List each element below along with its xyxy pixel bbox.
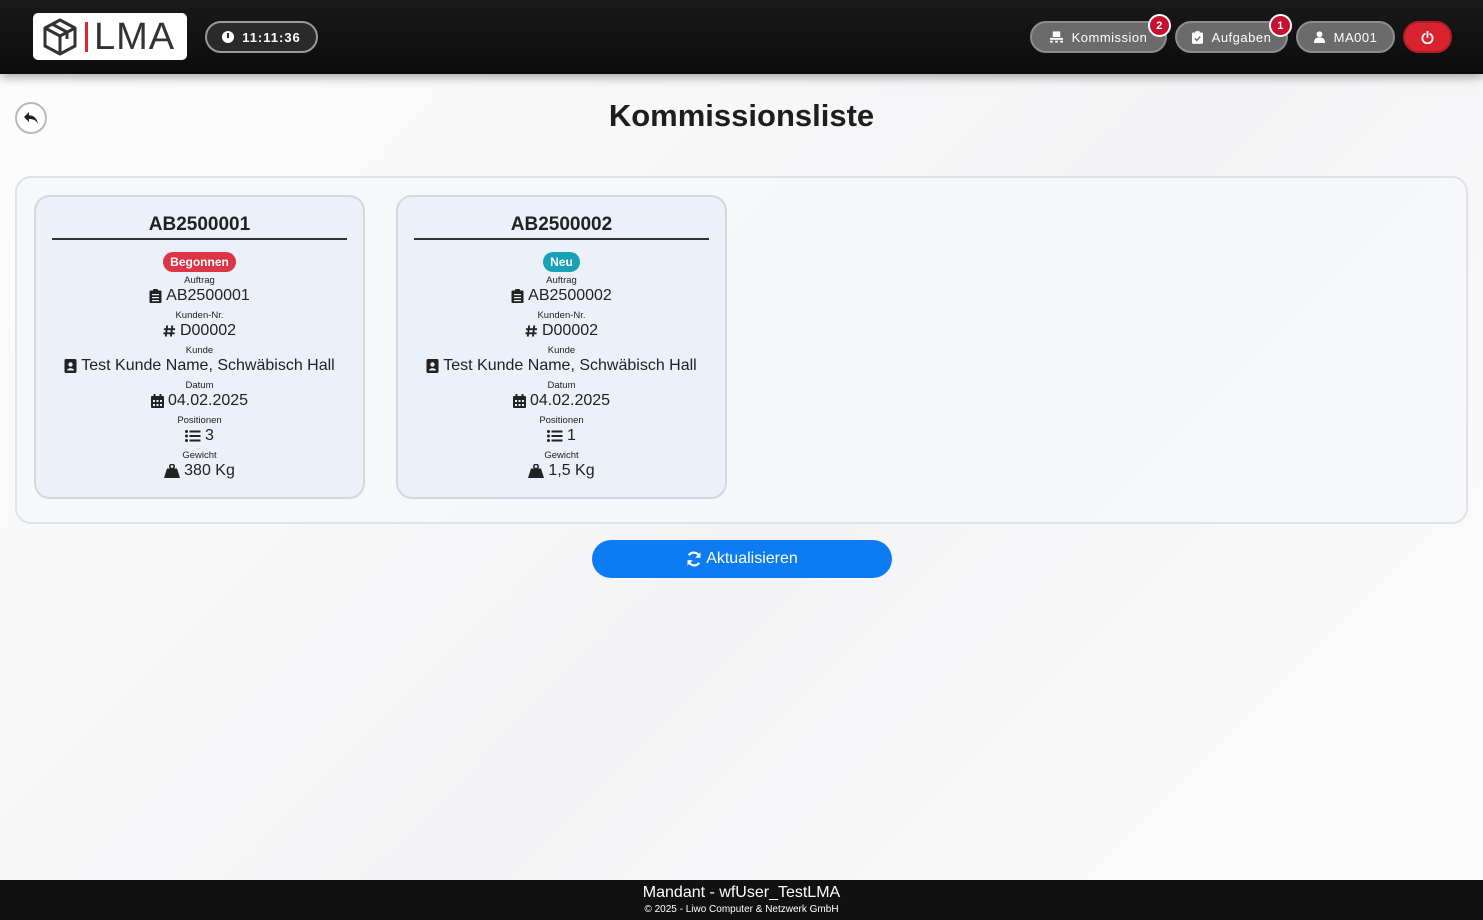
clock-icon [222, 31, 235, 43]
field-auftrag: Auftrag AB2500002 [398, 276, 725, 307]
footer-mandant: Mandant - wfUser_TestLMA [642, 884, 841, 901]
field-auftrag: Auftrag AB2500001 [36, 276, 363, 307]
pallet-icon [1049, 31, 1063, 43]
field-positionen: Positionen 1 [398, 416, 725, 447]
field-value: Test Kunde Name, Schwäbisch Hall [81, 357, 335, 374]
field-value: AB2500001 [166, 287, 250, 304]
field-label: Kunde [547, 345, 576, 356]
field-value: D00002 [541, 322, 599, 339]
user-label: MA001 [1333, 29, 1378, 45]
field-label: Auftrag [546, 275, 577, 286]
weight-icon [164, 464, 181, 478]
clipboard-list-icon [511, 289, 524, 303]
field-label: Datum [547, 380, 576, 391]
footer-copyright: © 2025 - Liwo Computer & Netzwerk GmbH [644, 904, 839, 915]
calendar-icon [512, 394, 526, 408]
user-icon [1313, 31, 1325, 43]
id-badge-icon [426, 359, 439, 373]
field-value: AB2500002 [528, 287, 612, 304]
field-value: Test Kunde Name, Schwäbisch Hall [443, 357, 697, 374]
clock-time: 11:11:36 [242, 29, 301, 45]
box-icon [43, 18, 77, 55]
field-value: 3 [205, 427, 214, 444]
aufgaben-count-badge: 1 [1269, 14, 1292, 37]
field-value: 380 Kg [184, 462, 235, 479]
field-label: Auftrag [184, 275, 215, 286]
clipboard-check-icon [1191, 30, 1203, 44]
top-bar: LMA 11:11:36 Kommission 2 Aufgaben 1 MA0… [0, 0, 1483, 74]
footer: Mandant - wfUser_TestLMA © 2025 - Liwo C… [0, 880, 1483, 920]
kommission-button[interactable]: Kommission 2 [1030, 14, 1171, 53]
field-value: 04.02.2025 [167, 392, 249, 409]
field-kunde: Kunde Test Kunde Name, Schwäbisch Hall [36, 346, 363, 377]
field-gewicht: Gewicht 380 Kg [36, 451, 363, 482]
aufgaben-button[interactable]: Aufgaben 1 [1175, 14, 1292, 53]
clipboard-list-icon [149, 289, 162, 303]
kommission-list: AB2500001 Begonnen Auftrag AB2500001 Kun… [15, 176, 1468, 524]
field-positionen: Positionen 3 [36, 416, 363, 447]
hashtag-icon [163, 325, 176, 337]
field-label: Positionen [177, 415, 222, 426]
field-datum: Datum 04.02.2025 [36, 381, 363, 412]
status-badge: Begonnen [163, 252, 236, 272]
list-icon [185, 430, 201, 442]
calendar-icon [150, 394, 164, 408]
sync-icon [687, 551, 701, 567]
card-title: AB2500002 [414, 214, 709, 240]
kommission-card[interactable]: AB2500002 Neu Auftrag AB2500002 Kunden-N… [396, 195, 727, 499]
aufgaben-label: Aufgaben [1211, 29, 1272, 45]
field-label: Gewicht [544, 450, 579, 461]
refresh-label: Aktualisieren [706, 550, 798, 567]
field-label: Positionen [539, 415, 584, 426]
card-title: AB2500001 [52, 214, 347, 240]
field-value: D00002 [179, 322, 237, 339]
kommission-count-badge: 2 [1148, 14, 1171, 37]
user-button[interactable]: MA001 [1296, 21, 1395, 53]
field-label: Kunden-Nr. [537, 310, 586, 321]
hashtag-icon [525, 325, 538, 337]
field-kunden-nr: Kunden-Nr. D00002 [398, 311, 725, 342]
field-datum: Datum 04.02.2025 [398, 381, 725, 412]
id-badge-icon [64, 359, 77, 373]
logout-button[interactable] [1403, 21, 1452, 53]
field-gewicht: Gewicht 1,5 Kg [398, 451, 725, 482]
field-label: Kunde [185, 345, 214, 356]
field-kunde: Kunde Test Kunde Name, Schwäbisch Hall [398, 346, 725, 377]
field-value: 04.02.2025 [529, 392, 611, 409]
weight-icon [528, 464, 545, 478]
kommission-label: Kommission [1071, 29, 1148, 45]
clock-display: 11:11:36 [205, 21, 318, 53]
status-badge: Neu [543, 252, 580, 272]
field-value: 1,5 Kg [548, 462, 595, 479]
field-label: Kunden-Nr. [175, 310, 224, 321]
field-label: Gewicht [182, 450, 217, 461]
field-label: Datum [185, 380, 214, 391]
field-kunden-nr: Kunden-Nr. D00002 [36, 311, 363, 342]
app-logo[interactable]: LMA [33, 13, 187, 60]
list-icon [547, 430, 563, 442]
refresh-button[interactable]: Aktualisieren [592, 540, 892, 578]
kommission-card[interactable]: AB2500001 Begonnen Auftrag AB2500001 Kun… [34, 195, 365, 499]
page-title: Kommissionsliste [608, 98, 875, 133]
logo-divider [85, 21, 88, 52]
power-icon [1421, 30, 1434, 44]
field-value: 1 [567, 427, 576, 444]
brand-name: LMA [94, 15, 176, 58]
